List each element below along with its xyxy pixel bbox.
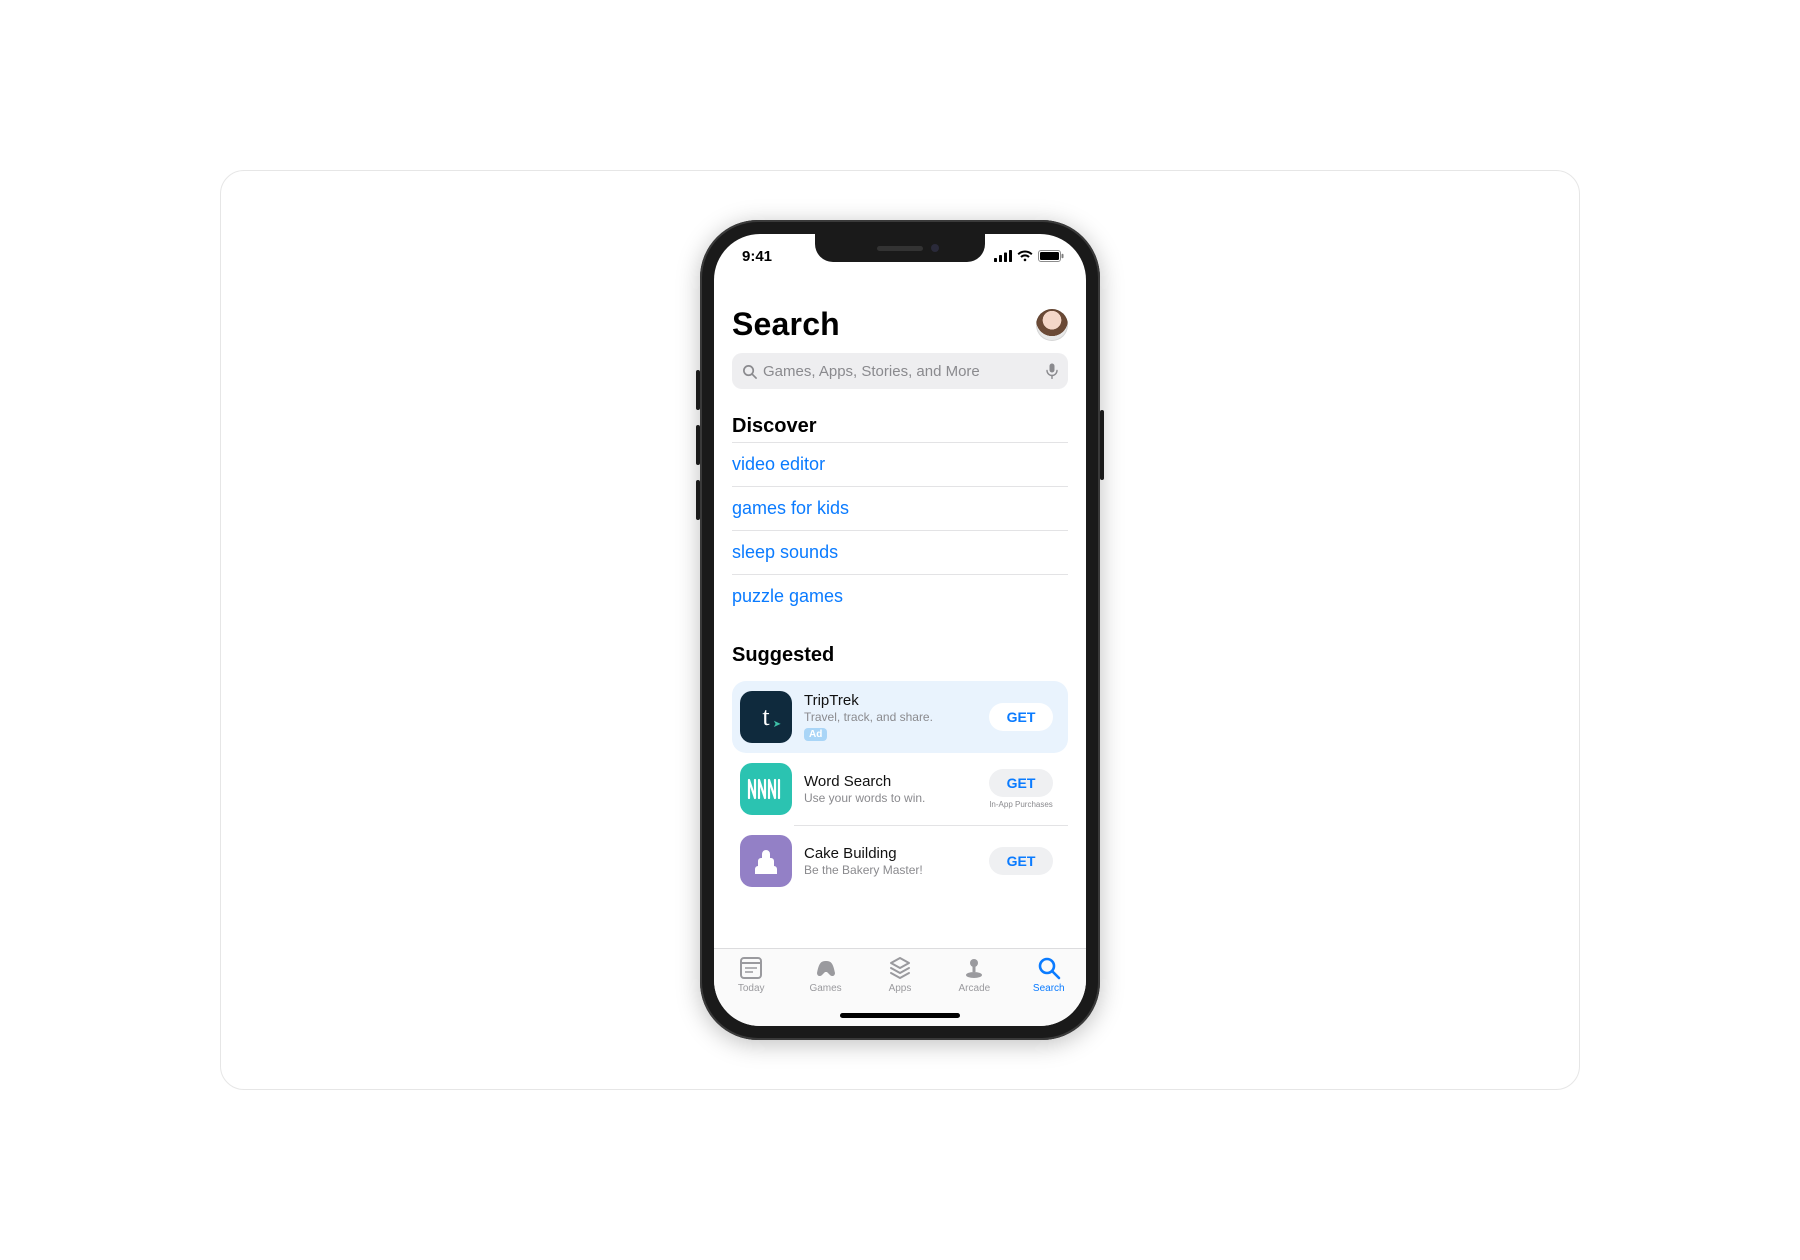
app-info: Word Search Use your words to win. bbox=[804, 773, 970, 805]
page-title: Search bbox=[732, 306, 840, 343]
tab-label: Search bbox=[1033, 983, 1065, 994]
games-icon bbox=[813, 955, 839, 981]
suggested-app-row[interactable]: Cake Building Be the Bakery Master! GET bbox=[732, 825, 1068, 897]
app-subtitle: Be the Bakery Master! bbox=[804, 863, 970, 877]
app-name: Cake Building bbox=[804, 845, 970, 862]
status-indicators bbox=[994, 250, 1064, 262]
tab-today[interactable]: Today bbox=[721, 955, 781, 1026]
get-button[interactable]: GET bbox=[989, 703, 1054, 731]
discover-item[interactable]: sleep sounds bbox=[732, 530, 1068, 574]
app-subtitle: Travel, track, and share. bbox=[804, 710, 970, 724]
app-info: Cake Building Be the Bakery Master! bbox=[804, 845, 970, 877]
suggested-app-row[interactable]: Word Search Use your words to win. GET I… bbox=[732, 753, 1068, 825]
wifi-icon bbox=[1017, 250, 1033, 262]
tab-bar: Today Games Apps Arcade Search bbox=[714, 948, 1086, 1026]
profile-avatar[interactable] bbox=[1036, 309, 1068, 341]
cellular-icon bbox=[994, 250, 1012, 262]
suggested-app-row[interactable]: t➤ TripTrek Travel, track, and share. Ad… bbox=[732, 681, 1068, 753]
app-icon-triptrek: t➤ bbox=[740, 691, 792, 743]
today-icon bbox=[738, 955, 764, 981]
tab-label: Apps bbox=[889, 983, 912, 994]
discover-item[interactable]: games for kids bbox=[732, 486, 1068, 530]
canvas: 9:41 Search Games, Apps, Stories, and Mo… bbox=[220, 170, 1580, 1090]
status-time: 9:41 bbox=[742, 248, 772, 265]
arcade-icon bbox=[961, 955, 987, 981]
iap-label: In-App Purchases bbox=[989, 800, 1053, 809]
search-placeholder: Games, Apps, Stories, and More bbox=[763, 363, 1040, 380]
ad-badge: Ad bbox=[804, 728, 827, 741]
discover-heading: Discover bbox=[732, 415, 1068, 438]
app-name: Word Search bbox=[804, 773, 970, 790]
discover-item[interactable]: puzzle games bbox=[732, 574, 1068, 618]
tab-label: Games bbox=[809, 983, 841, 994]
tab-label: Arcade bbox=[959, 983, 991, 994]
suggested-list: t➤ TripTrek Travel, track, and share. Ad… bbox=[732, 677, 1068, 897]
apps-icon bbox=[887, 955, 913, 981]
discover-list: video editor games for kids sleep sounds… bbox=[732, 442, 1068, 618]
tab-label: Today bbox=[738, 983, 765, 994]
header-row: Search bbox=[732, 306, 1068, 343]
search-icon bbox=[742, 364, 757, 379]
get-button[interactable]: GET bbox=[989, 769, 1054, 797]
app-icon-wordsearch bbox=[740, 763, 792, 815]
app-name: TripTrek bbox=[804, 692, 970, 709]
phone-screen: 9:41 Search Games, Apps, Stories, and Mo… bbox=[714, 234, 1086, 1026]
content-body: Search Games, Apps, Stories, and More Di… bbox=[714, 278, 1086, 948]
get-button[interactable]: GET bbox=[989, 847, 1054, 875]
search-input[interactable]: Games, Apps, Stories, and More bbox=[732, 353, 1068, 389]
search-tab-icon bbox=[1036, 955, 1062, 981]
battery-icon bbox=[1038, 250, 1064, 262]
app-info: TripTrek Travel, track, and share. Ad bbox=[804, 692, 970, 742]
tab-search[interactable]: Search bbox=[1019, 955, 1079, 1026]
phone-frame: 9:41 Search Games, Apps, Stories, and Mo… bbox=[700, 220, 1100, 1040]
phone-notch bbox=[815, 234, 985, 262]
app-subtitle: Use your words to win. bbox=[804, 791, 970, 805]
home-indicator[interactable] bbox=[840, 1013, 960, 1018]
mic-icon[interactable] bbox=[1046, 363, 1058, 379]
app-icon-cake bbox=[740, 835, 792, 887]
discover-item[interactable]: video editor bbox=[732, 442, 1068, 486]
suggested-heading: Suggested bbox=[732, 644, 1068, 667]
